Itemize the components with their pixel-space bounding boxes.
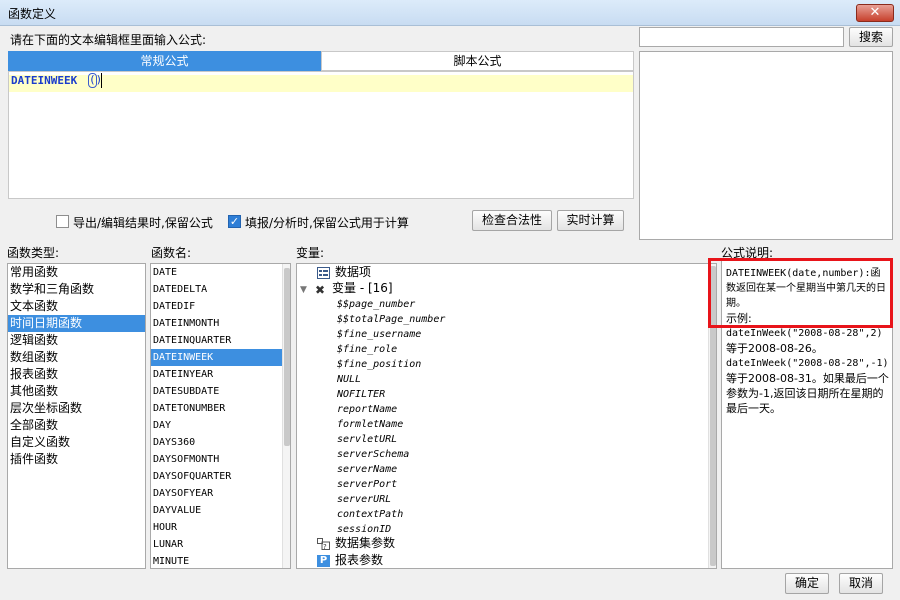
tree-label-data-items: 数据项 xyxy=(335,265,372,279)
tree-item-dataset-params[interactable]: ? 数据集参数 xyxy=(317,536,395,551)
func-type-item[interactable]: 插件函数 xyxy=(8,451,145,468)
dataset-param-icon: ? xyxy=(317,537,330,551)
func-type-item[interactable]: 层次坐标函数 xyxy=(8,400,145,417)
close-button[interactable]: ✕ xyxy=(856,4,894,22)
func-type-item[interactable]: 自定义函数 xyxy=(8,434,145,451)
window-title: 函数定义 xyxy=(8,7,57,21)
func-name-item[interactable]: DAYSOFYEAR xyxy=(151,485,290,502)
expand-arrow-icon[interactable]: ▼ xyxy=(300,283,314,298)
func-type-item[interactable]: 其他函数 xyxy=(8,383,145,400)
func-name-item[interactable]: HOUR xyxy=(151,519,290,536)
editor-paren: () xyxy=(88,73,103,88)
export-keep-checkbox[interactable] xyxy=(56,215,69,228)
func-type-item[interactable]: 文本函数 xyxy=(8,298,145,315)
func-name-item[interactable]: DATEDIF xyxy=(151,298,290,315)
tab-normal-formula[interactable]: 常规公式 xyxy=(8,51,321,71)
func-name-item[interactable]: DATEDELTA xyxy=(151,281,290,298)
prompt-label: 请在下面的文本编辑框里面输入公式: xyxy=(10,33,207,47)
tree-item-variables[interactable]: ▼ ✖ 变量 - [16] xyxy=(300,281,393,298)
func-type-item[interactable]: 报表函数 xyxy=(8,366,145,383)
red-highlight-box xyxy=(708,258,893,328)
variables-tree[interactable]: 数据项 ▼ ✖ 变量 - [16] $$page_number $$totalPage… xyxy=(296,263,717,569)
desc-example-2-result: 等于2008-08-31。如果最后一个参数为-1,返回该日期所在星期的最后一天。 xyxy=(726,372,889,415)
text-caret xyxy=(101,73,102,88)
tree-variable-item[interactable]: sessionID xyxy=(337,522,391,537)
tree-variable-item[interactable]: serverPort xyxy=(337,477,397,492)
svg-text:✖: ✖ xyxy=(315,283,325,295)
ok-button[interactable]: 确定 xyxy=(785,573,829,594)
realtime-calc-button[interactable]: 实时计算 xyxy=(557,210,624,231)
search-button[interactable]: 搜索 xyxy=(849,27,893,47)
tree-variable-item[interactable]: $fine_position xyxy=(337,357,421,372)
tree-label-dataset-params: 数据集参数 xyxy=(335,536,396,550)
report-param-icon: P xyxy=(317,554,330,567)
title-bar: 函数定义 ✕ xyxy=(0,0,900,26)
func-type-list[interactable]: 常用函数 数学和三角函数 文本函数 时间日期函数 逻辑函数 数组函数 报表函数 其他函数 层次坐… xyxy=(7,263,146,569)
search-result-box[interactable] xyxy=(639,51,893,240)
tree-label-variables: 变量 - [16] xyxy=(332,281,393,295)
tree-item-report-params[interactable]: P 报表参数 xyxy=(317,553,383,568)
func-name-list[interactable]: DATE DATEDELTA DATEDIF DATEINMONTH DATEINQUA… xyxy=(150,263,291,569)
func-name-item[interactable]: DATEINWEEK xyxy=(151,349,290,366)
tree-variable-item[interactable]: $$totalPage_number xyxy=(337,312,445,327)
func-type-item[interactable]: 全部函数 xyxy=(8,417,145,434)
func-name-item[interactable]: DATEINMONTH xyxy=(151,315,290,332)
desc-example-1: dateInWeek("2008-08-28",2) xyxy=(726,328,883,339)
desc-example-2: dateInWeek("2008-08-28",-1) xyxy=(726,358,889,369)
func-name-scrollbar[interactable] xyxy=(282,264,290,568)
func-name-item[interactable]: DAYSOFMONTH xyxy=(151,451,290,468)
desc-example-1-result: 等于2008-08-26。 xyxy=(726,342,823,355)
func-name-item[interactable]: MINUTE xyxy=(151,553,290,568)
func-type-item[interactable]: 数学和三角函数 xyxy=(8,281,145,298)
tree-variable-item[interactable]: $fine_username xyxy=(337,327,421,342)
func-name-header: 函数名: xyxy=(151,246,192,260)
tab-script-formula[interactable]: 脚本公式 xyxy=(321,51,634,71)
func-name-item[interactable]: DATEINQUARTER xyxy=(151,332,290,349)
check-validity-button[interactable]: 检查合法性 xyxy=(472,210,552,231)
svg-text:?: ? xyxy=(323,543,327,550)
current-line-highlight xyxy=(9,75,633,92)
search-input[interactable] xyxy=(639,27,844,47)
tree-variable-item[interactable]: reportName xyxy=(337,402,397,417)
func-name-item[interactable]: DATEINYEAR xyxy=(151,366,290,383)
func-name-item[interactable]: DAYSOFQUARTER xyxy=(151,468,290,485)
func-name-scroll-thumb[interactable] xyxy=(284,268,290,446)
func-type-item[interactable]: 数组函数 xyxy=(8,349,145,366)
variables-header: 变量: xyxy=(296,246,325,260)
tree-variable-item[interactable]: $fine_role xyxy=(337,342,397,357)
tree-variable-item[interactable]: NOFILTER xyxy=(337,387,385,402)
func-name-item[interactable]: DATETONUMBER xyxy=(151,400,290,417)
formula-editor[interactable]: DATEINWEEK () xyxy=(8,71,634,199)
func-name-item[interactable]: LUNAR xyxy=(151,536,290,553)
func-name-item[interactable]: DAYVALUE xyxy=(151,502,290,519)
tree-variable-item[interactable]: serverName xyxy=(337,462,397,477)
func-type-item[interactable]: 逻辑函数 xyxy=(8,332,145,349)
tree-variable-item[interactable]: NULL xyxy=(337,372,361,387)
tree-item-data-items[interactable]: 数据项 xyxy=(317,265,371,280)
func-name-item[interactable]: DATESUBDATE xyxy=(151,383,290,400)
tree-variable-item[interactable]: serverSchema xyxy=(337,447,409,462)
variable-icon: ✖ xyxy=(314,283,327,297)
tree-label-report-params: 报表参数 xyxy=(335,553,384,567)
export-keep-label: 导出/编辑结果时,保留公式 xyxy=(73,216,213,230)
table-icon xyxy=(317,266,330,279)
func-name-item[interactable]: DAY xyxy=(151,417,290,434)
func-name-item[interactable]: DATE xyxy=(151,264,290,281)
fill-keep-checkbox[interactable]: ✓ xyxy=(228,215,241,228)
func-name-item[interactable]: DAYS360 xyxy=(151,434,290,451)
func-type-item[interactable]: 常用函数 xyxy=(8,264,145,281)
tree-variable-item[interactable]: serverURL xyxy=(337,492,391,507)
editor-function-text: DATEINWEEK xyxy=(11,74,78,87)
func-type-item[interactable]: 时间日期函数 xyxy=(8,315,145,332)
tree-variable-item[interactable]: $$page_number xyxy=(337,297,415,312)
tree-variable-item[interactable]: servletURL xyxy=(337,432,397,447)
func-type-header: 函数类型: xyxy=(7,246,60,260)
tree-variable-item[interactable]: formletName xyxy=(337,417,403,432)
cancel-button[interactable]: 取消 xyxy=(839,573,883,594)
fill-keep-label: 填报/分析时,保留公式用于计算 xyxy=(245,216,409,230)
tree-variable-item[interactable]: contextPath xyxy=(337,507,403,522)
